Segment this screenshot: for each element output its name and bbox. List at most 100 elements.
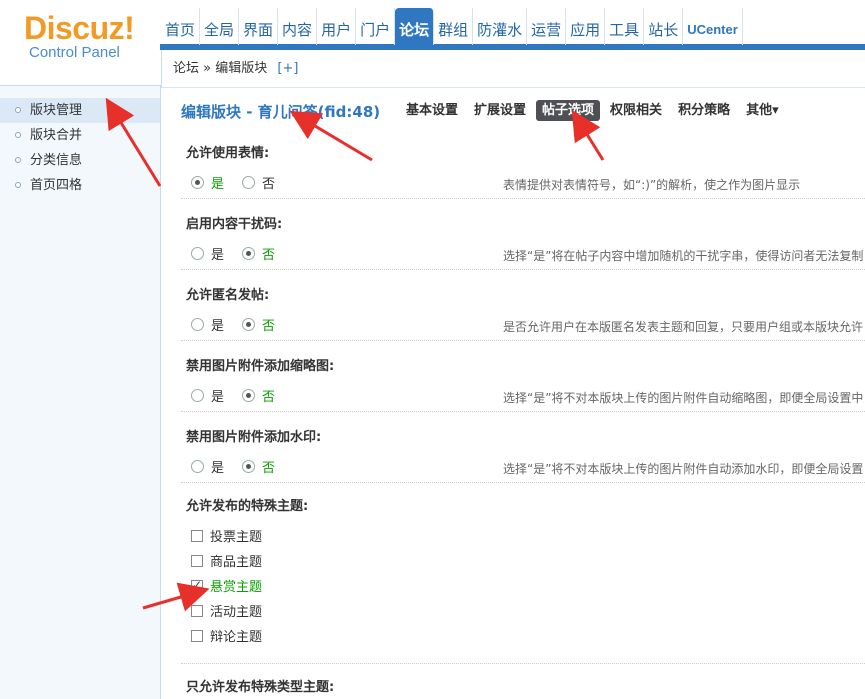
main-content: 编辑版块 - 育儿问答(fid:48) 基本设置 扩展设置 帖子选项 权限相关 积分策略… <box>181 88 865 699</box>
setting-row: 禁用图片附件添加水印: 是否选择“是”将不对本版块上传的图片附件自动添加水印，即便… <box>181 412 865 483</box>
checkbox-label[interactable]: 悬赏主题 <box>210 576 262 595</box>
radio-group: 是否 <box>191 457 293 476</box>
nav-item-12[interactable]: 站长 <box>644 8 684 45</box>
radio-no[interactable] <box>242 176 256 189</box>
checkbox-label[interactable]: 商品主题 <box>210 551 262 570</box>
radio-no-label[interactable]: 否 <box>262 244 275 263</box>
setting-description: 选择“是”将不对本版块上传的图片附件自动添加水印，即便全局设置 <box>503 462 864 476</box>
bullet-icon <box>15 107 21 113</box>
nav-item-9[interactable]: 运营 <box>527 8 567 45</box>
setting-row: 允许使用表情: 是否表情提供对表情符号，如“:)”的解析，使之作为图片显示 <box>181 128 865 199</box>
breadcrumb-separator: » <box>203 61 212 76</box>
radio-no-label[interactable]: 否 <box>262 315 275 334</box>
checkbox[interactable] <box>191 554 203 567</box>
top-nav: 首页 全局 界面 内容 用户 门户 论坛 群组 防灌水 运营 应用 工具 站长 UCenter <box>161 8 743 45</box>
radio-yes-label[interactable]: 是 <box>211 244 224 263</box>
sub-tab-3[interactable]: 权限相关 <box>604 100 668 121</box>
checkbox-label[interactable]: 投票主题 <box>210 526 262 545</box>
special-topic-option: 投票主题 <box>191 523 262 548</box>
sidebar-list: 版块管理版块合并分类信息首页四格 <box>0 86 160 198</box>
radio-group: 是否 <box>191 386 293 405</box>
special-topics-section: 允许发布的特殊主题: 投票主题商品主题悬赏主题活动主题辩论主题 <box>181 483 865 664</box>
sub-tabs: 基本设置 扩展设置 帖子选项 权限相关 积分策略 其他▾ <box>400 100 789 121</box>
radio-yes-label[interactable]: 是 <box>211 386 224 405</box>
sub-tab-0[interactable]: 基本设置 <box>400 100 464 121</box>
checkbox[interactable] <box>191 629 203 642</box>
title-row: 编辑版块 - 育儿问答(fid:48) 基本设置 扩展设置 帖子选项 权限相关 积分策略… <box>181 100 865 124</box>
nav-item-10[interactable]: 应用 <box>566 8 606 45</box>
sub-tab-5[interactable]: 其他▾ <box>740 100 785 121</box>
setting-label: 禁用图片附件添加水印: <box>186 430 322 445</box>
sidebar-item-3[interactable]: 首页四格 <box>0 173 160 198</box>
nav-item-11[interactable]: 工具 <box>605 8 645 45</box>
setting-label: 禁用图片附件添加缩略图: <box>186 359 335 374</box>
nav-item-8[interactable]: 防灌水 <box>473 8 528 45</box>
nav-item-2[interactable]: 界面 <box>239 8 279 45</box>
radio-group: 是否 <box>191 315 293 334</box>
sub-tab-4[interactable]: 积分策略 <box>672 100 736 121</box>
radio-no[interactable] <box>242 247 256 260</box>
breadcrumb-add-button[interactable]: [+] <box>277 61 298 76</box>
checkbox[interactable] <box>191 578 203 592</box>
radio-no[interactable] <box>242 460 256 473</box>
bullet-icon <box>15 132 21 138</box>
setting-description: 选择“是”将在帖子内容中增加随机的干扰字串，使得访问者无法复制 <box>503 249 864 263</box>
radio-yes-label[interactable]: 是 <box>211 457 224 476</box>
nav-item-7[interactable]: 群组 <box>434 8 474 45</box>
sub-tab-2[interactable]: 帖子选项 <box>536 100 601 121</box>
setting-row: 启用内容干扰码: 是 否 选择“是”将在帖子内容中增加随机的干扰字串，使得访问者无法复… <box>181 199 865 270</box>
special-topic-option: 悬赏主题 <box>191 573 262 598</box>
nav-item-5[interactable]: 门户 <box>356 8 396 45</box>
nav-item-6[interactable]: 论坛 <box>395 8 435 45</box>
sidebar-item-label: 版块合并 <box>30 128 83 143</box>
special-topic-option: 辩论主题 <box>191 623 262 648</box>
sidebar-item-label: 版块管理 <box>30 103 83 118</box>
sidebar-item-0[interactable]: 版块管理 <box>0 98 160 123</box>
radio-yes[interactable] <box>191 389 204 402</box>
setting-label: 启用内容干扰码: <box>186 217 283 232</box>
radio-no-label[interactable]: 否 <box>262 173 275 192</box>
sub-tab-1[interactable]: 扩展设置 <box>468 100 532 121</box>
breadcrumb-current: 编辑版块 <box>215 61 268 76</box>
radio-yes[interactable] <box>191 176 204 189</box>
nav-item-3[interactable]: 内容 <box>278 8 318 45</box>
breadcrumb-root[interactable]: 论坛 <box>173 61 199 76</box>
nav-item-13[interactable]: UCenter <box>683 8 743 45</box>
radio-yes[interactable] <box>191 247 204 260</box>
checkbox-label[interactable]: 辩论主题 <box>210 626 262 645</box>
nav-item-1[interactable]: 全局 <box>200 8 240 45</box>
setting-description: 表情提供对表情符号，如“:)”的解析，使之作为图片显示 <box>503 178 801 192</box>
logo-text: Discuz! <box>24 10 135 46</box>
special-topic-option: 活动主题 <box>191 598 262 623</box>
sidebar: 版块管理版块合并分类信息首页四格 <box>0 85 161 699</box>
sidebar-item-label: 首页四格 <box>30 178 83 193</box>
radio-yes[interactable] <box>191 460 204 473</box>
radio-no[interactable] <box>242 318 256 331</box>
checkbox-label[interactable]: 活动主题 <box>210 601 262 620</box>
sidebar-item-1[interactable]: 版块合并 <box>0 123 160 148</box>
radio-yes-label[interactable]: 是 <box>211 173 224 192</box>
checkbox[interactable] <box>191 529 203 542</box>
nav-item-0[interactable]: 首页 <box>161 8 201 45</box>
checkbox[interactable] <box>191 604 203 617</box>
setting-row: 禁用图片附件添加缩略图: 是否选择“是”将不对本版块上传的图片附件自动缩略图，即便… <box>181 341 865 412</box>
setting-description: 是否允许用户在本版匿名发表主题和回复，只要用户组或本版块允许 <box>503 320 864 334</box>
setting-label: 允许匿名发帖: <box>186 288 270 303</box>
radio-yes-label[interactable]: 是 <box>211 315 224 334</box>
radio-yes[interactable] <box>191 318 204 331</box>
radio-no[interactable] <box>242 389 256 402</box>
nav-item-4[interactable]: 用户 <box>317 8 357 45</box>
page-title: 编辑版块 - 育儿问答(fid:48) <box>181 103 381 121</box>
special-topics-label: 允许发布的特殊主题: <box>186 499 309 514</box>
radio-group: 是否 <box>191 173 293 192</box>
special-topic-option: 商品主题 <box>191 548 262 573</box>
sidebar-item-2[interactable]: 分类信息 <box>0 148 160 173</box>
special-topics-list: 投票主题商品主题悬赏主题活动主题辩论主题 <box>191 523 262 648</box>
radio-no-label[interactable]: 否 <box>262 457 275 476</box>
logo: Discuz! Control Panel <box>0 0 160 85</box>
sidebar-item-label: 分类信息 <box>30 153 83 168</box>
radio-no-label[interactable]: 否 <box>262 386 275 405</box>
setting-row: 允许匿名发帖: 是否是否允许用户在本版匿名发表主题和回复，只要用户组或本版块允许 <box>181 270 865 341</box>
bullet-icon <box>15 157 21 163</box>
setting-description: 选择“是”将不对本版块上传的图片附件自动缩略图，即便全局设置中 <box>503 391 864 405</box>
